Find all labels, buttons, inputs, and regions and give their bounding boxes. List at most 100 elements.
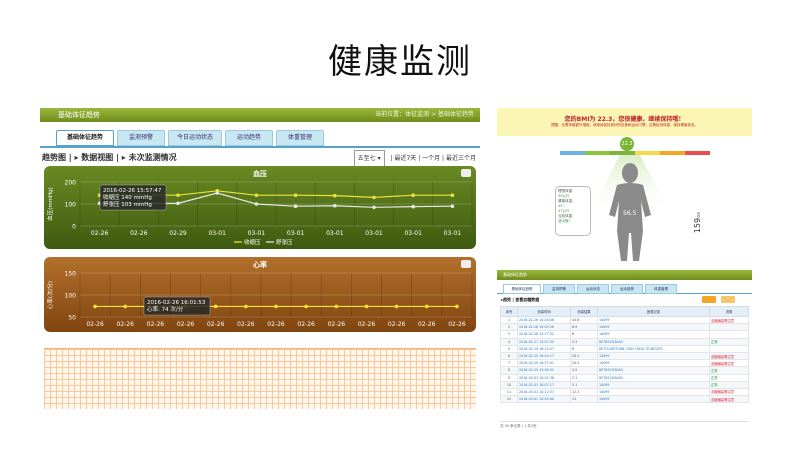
view-links[interactable]: 趋势图 | ▸ 数据视图 | ▸ 未次监测情况 — [42, 150, 177, 166]
table-row[interactable]: 7 2016-02-29 18:57:01 20.2 10099 血糖偏高需注意 — [500, 359, 749, 368]
y-tick-label: 50 — [68, 315, 76, 322]
table-cell: 2016-02-29 18:14:47 — [517, 344, 571, 353]
table-cell — [709, 323, 749, 332]
column-header[interactable]: 测量时间 — [517, 306, 571, 317]
y-tick-label: 150 — [65, 271, 77, 278]
bmi-summary: 您的BMI为 22.3，您很健康，继续保持哦！ 提醒：无需采取额外措施，请继续保… — [497, 108, 752, 261]
data-point — [411, 204, 416, 209]
data-point — [254, 202, 259, 206]
tooltip-line: 2016-02-26 16:01:53 — [147, 300, 206, 306]
column-header[interactable]: 医嘱记录 — [597, 306, 710, 317]
table-row[interactable]: 4 2016-02-27 15:07:35 5.3 8E7B52H30A0 正常 — [500, 337, 749, 346]
x-tick-label: 03-01 — [248, 230, 266, 237]
table-row[interactable]: 5 2016-02-29 18:14:47 6 8E7FD4EFF38B C8D5 F… — [500, 344, 749, 353]
x-tick-label: 02-26 — [418, 321, 436, 328]
table-cell: 1 — [500, 315, 518, 325]
data-point — [274, 304, 278, 309]
pagination[interactable]: 共 30 条记录 | 1 共3页 — [500, 421, 749, 430]
tooltip-line: 舒张压 103 mmHg — [103, 200, 152, 208]
table-cell: 8E7B52H30A0 — [597, 373, 710, 382]
table-row[interactable]: 11 2016-03-01 10:12:57 12.3 10099 血糖偏高需注意 — [500, 387, 749, 397]
data-point — [213, 304, 218, 309]
table-cell: 2016-02-29 18:57:01 — [517, 359, 571, 368]
table-row[interactable]: 1 2016-02-26 10:05:06 44.8 10099 血糖偏高需注意 — [500, 315, 749, 325]
table-row[interactable]: 3 2016-02-26 15:27:52 6 10099 — [500, 330, 749, 339]
heart-rate-chart: 心率 50 100 150 02-26 02-26 02-26 02-26 02-26 02-2… — [44, 257, 476, 332]
column-header[interactable]: 说明 — [709, 306, 749, 317]
blood-pressure-chart: 血压 0 100 200 02-26 02-26 02-29 03-01 03-01 03-01… — [44, 166, 476, 249]
table-cell: 6 — [570, 330, 598, 339]
tooltip-line: 2016-02-26 15:57:47 — [103, 188, 162, 194]
data-point — [450, 193, 455, 197]
data-point — [455, 304, 459, 309]
x-tick-label: 03-01 — [404, 230, 422, 237]
x-tick-label: 02-26 — [130, 230, 148, 237]
table-cell: 2016-02-29 19:00:51 — [517, 366, 571, 375]
x-tick-label: 02-29 — [169, 230, 187, 237]
table-cell: 6 — [500, 351, 518, 361]
table-cell: 12 — [500, 395, 518, 404]
table-cell: 12.3 — [570, 387, 598, 397]
bmi-marker: 22.3 — [620, 137, 634, 151]
data-point — [176, 201, 180, 206]
data-point — [450, 204, 455, 208]
tab-today-exercise[interactable]: 今日运动状态 — [168, 130, 222, 146]
bubble-line: 适中哦！ — [558, 219, 572, 223]
table-cell: 2016-03-01 10:07:17 — [517, 380, 571, 389]
table-cell: 11 — [500, 387, 518, 397]
table-cell: 5.3 — [570, 337, 598, 346]
table-cell: 8E7B52H30A0 — [597, 337, 710, 346]
table-row[interactable]: 8 2016-02-29 19:00:51 4.2 8E7B52H30A0 正常 — [500, 366, 749, 375]
x-tick-label: 02-26 — [297, 321, 315, 328]
table-cell: 正常 — [709, 373, 749, 382]
tab-alert[interactable]: 监测预警 — [117, 130, 165, 146]
tab-weight[interactable]: 体重管理 — [276, 130, 324, 146]
table-cell: 2016-02-27 15:07:35 — [517, 337, 571, 346]
tab-alert[interactable]: 监测预警 — [543, 284, 575, 294]
x-tick-label: 03-01 — [444, 230, 462, 237]
table-cell — [709, 344, 749, 353]
tab-exercise[interactable]: 运动状态 — [577, 284, 609, 294]
tab-vital-trend[interactable]: 基础体征趋势 — [503, 284, 541, 294]
table-row[interactable]: 6 2016-02-29 18:44:17 20.3 10099 血糖偏高需注意 — [500, 351, 749, 361]
query-button[interactable] — [702, 296, 716, 303]
table-cell: 7 — [500, 359, 518, 368]
x-tick-label: 02-26 — [237, 321, 255, 328]
table-cell: 8E7FD4EFF38B C8D5 F8DA 7D4B7DFF... — [597, 344, 710, 353]
tab-vital-trend[interactable]: 基础体征趋势 — [56, 130, 114, 146]
table-cell: 10099 — [597, 387, 710, 397]
slide-title: 健康监测 — [328, 42, 472, 82]
range-7days[interactable]: 最近7天 — [394, 155, 416, 162]
column-header[interactable]: 序号 — [500, 306, 518, 317]
tab-exercise-trend[interactable]: 运动趋势 — [225, 130, 273, 146]
x-tick-label: 02-26 — [147, 321, 165, 328]
data-point — [293, 204, 298, 208]
x-tick-label: 03-01 — [287, 230, 305, 237]
x-tick-label: 02-26 — [448, 321, 466, 328]
table-cell — [709, 330, 749, 339]
blood-sugar-table-panel: 基础体征趋势 基础体征趋势 监测预警 运动状态 运动趋势 体重管理 ▸趋势 | … — [497, 270, 752, 430]
table-row[interactable]: 9 2016-03-01 10:01:36 5.1 8E7B52H30A0 正常 — [500, 373, 749, 382]
table-cell: 5.1 — [570, 373, 598, 382]
x-tick-label: 03-01 — [365, 230, 383, 237]
x-tick-label: 02-26 — [358, 321, 376, 328]
data-point — [394, 304, 399, 309]
table-row[interactable]: 2 2016-02-26 10:05:28 6.9 10099 — [500, 323, 749, 332]
breadcrumb: 当前位置：体征监测 > 基础体征趋势 — [375, 111, 474, 118]
range-month[interactable]: 一个月 — [422, 155, 440, 162]
column-header[interactable]: 测量结果 — [570, 306, 598, 317]
range-3months[interactable]: 最近三个月 — [446, 155, 476, 162]
table-row[interactable]: 12 2016-03-01 10:05:00 11 10099 血糖偏高需注意 — [500, 395, 749, 404]
table-cell: 血糖偏高需注意 — [709, 315, 749, 325]
tab-weight[interactable]: 体重管理 — [645, 284, 677, 294]
table-cell: 血糖偏高需注意 — [709, 359, 749, 368]
panel-header-title: 基础体征趋势 — [58, 111, 100, 119]
tab-exercise-trend[interactable]: 运动趋势 — [611, 284, 643, 294]
export-button[interactable] — [721, 296, 735, 303]
x-tick-label: 02-26 — [267, 321, 285, 328]
y-tick-label: 0 — [72, 224, 76, 231]
view-switcher: 趋势图 | ▸ 数据视图 | ▸ 未次监测情况 五至七 ▾ | 最近7天 | 一… — [40, 150, 480, 168]
table-cell: 11 — [570, 395, 598, 404]
table-row[interactable]: 10 2016-03-01 10:07:17 5.1 10099 正常 — [500, 380, 749, 389]
table-cell: 正常 — [709, 337, 749, 346]
